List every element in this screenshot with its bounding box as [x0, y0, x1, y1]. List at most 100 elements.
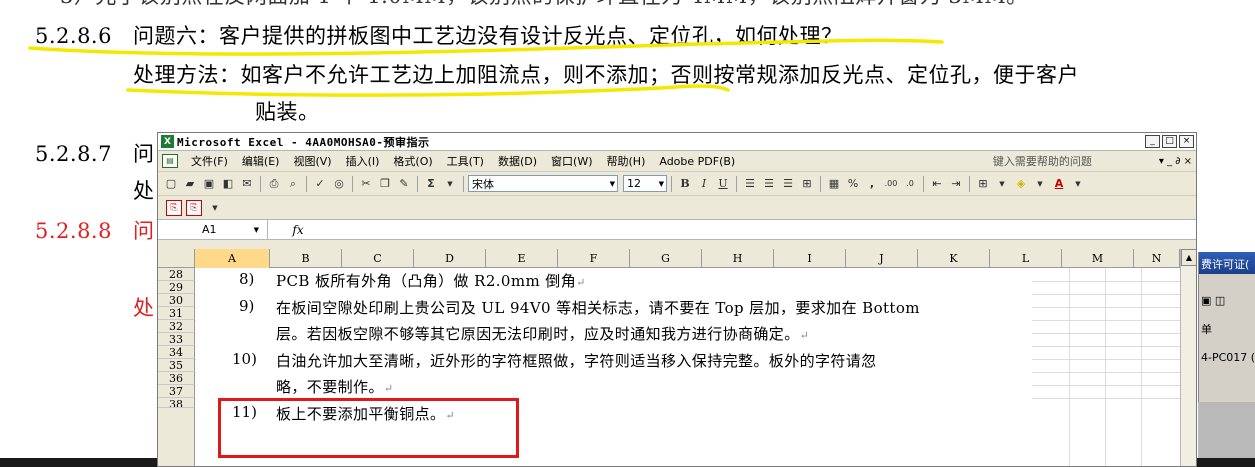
item-number: 10)	[232, 350, 257, 368]
decrease-decimal-button[interactable]: .0	[901, 175, 919, 193]
menu-help[interactable]: 帮助(H)	[600, 153, 653, 169]
background-window-icons: ▣ ◫	[1201, 294, 1226, 307]
chevron-down-icon: ▼	[253, 225, 259, 234]
increase-indent-icon[interactable]: ⇥	[947, 175, 965, 193]
convert-to-pdf-icon[interactable]: ⎘	[166, 199, 182, 216]
font-name-select[interactable]: 宋体 ▼	[468, 175, 618, 192]
column-header-m[interactable]: M	[1062, 249, 1134, 268]
column-header-h[interactable]: H	[702, 249, 774, 268]
autosum-dropdown-icon[interactable]: ▼	[441, 175, 459, 193]
question-six: 问题六：客户提供的拼板图中工艺边没有设计反光点、定位孔，如何处理？	[133, 24, 843, 48]
menu-adobe-pdf[interactable]: Adobe PDF(B)	[652, 155, 742, 168]
name-box[interactable]: A1 ▼	[158, 219, 268, 240]
row-header-32[interactable]: 32	[158, 320, 195, 333]
menu-bar: ▤ 文件(F) 编辑(E) 视图(V) 插入(I) 格式(O) 工具(T) 数据…	[158, 151, 1196, 172]
red-annotation-box	[218, 398, 519, 458]
align-center-icon[interactable]: ☰	[760, 175, 778, 193]
save-icon[interactable]: ▣	[200, 175, 218, 193]
maximize-button[interactable]: □	[1162, 135, 1177, 148]
menu-data[interactable]: 数据(D)	[491, 153, 544, 169]
new-icon[interactable]: ▢	[162, 175, 180, 193]
insert-function-button[interactable]: fx	[268, 223, 328, 237]
menu-window[interactable]: 窗口(W)	[544, 153, 599, 169]
merge-center-icon[interactable]: ⊞	[798, 175, 816, 193]
excel-title-bar[interactable]: X Microsoft Excel - 4AA0MOHSA0-预审指示 _ □ …	[158, 133, 1196, 151]
spelling-icon[interactable]: ✓	[311, 175, 329, 193]
bold-button[interactable]: B	[676, 175, 694, 193]
background-window-row1: 单	[1201, 323, 1212, 336]
menu-insert[interactable]: 插入(I)	[339, 153, 387, 169]
decrease-indent-icon[interactable]: ⇤	[928, 175, 946, 193]
row-header-28[interactable]: 28	[158, 268, 195, 281]
font-color-button[interactable]: A	[1050, 175, 1068, 193]
cut-icon[interactable]: ✂	[357, 175, 375, 193]
toolbar-separator	[417, 175, 418, 192]
menu-view[interactable]: 视图(V)	[286, 153, 338, 169]
column-header-l[interactable]: L	[990, 249, 1062, 268]
column-header-g[interactable]: G	[630, 249, 702, 268]
research-icon[interactable]: ◎	[330, 175, 348, 193]
select-all-button[interactable]	[158, 249, 195, 268]
row-header-33[interactable]: 33	[158, 333, 195, 346]
minimize-button[interactable]: _	[1145, 135, 1160, 148]
row-header-36[interactable]: 36	[158, 372, 195, 385]
menu-file[interactable]: 文件(F)	[184, 153, 235, 169]
column-header-j[interactable]: J	[846, 249, 918, 268]
fill-color-dropdown-icon[interactable]: ▼	[1031, 175, 1049, 193]
row-header-29[interactable]: 29	[158, 281, 195, 294]
background-window-title: 费许可证(	[1199, 252, 1255, 274]
menu-edit[interactable]: 编辑(E)	[235, 153, 287, 169]
row-header-35[interactable]: 35	[158, 359, 195, 372]
font-size-value: 12	[627, 177, 641, 190]
email-icon[interactable]: ✉	[238, 175, 256, 193]
font-color-dropdown-icon[interactable]: ▼	[1069, 175, 1087, 193]
menu-format[interactable]: 格式(O)	[386, 153, 439, 169]
autosum-icon[interactable]: Σ	[422, 175, 440, 193]
permission-icon[interactable]: ◧	[219, 175, 237, 193]
document-window-controls[interactable]: ▾ _ ∂ ×	[1159, 156, 1192, 167]
scroll-up-icon[interactable]: ▲	[1181, 249, 1196, 266]
formula-input[interactable]	[328, 220, 1196, 240]
workbook-icon[interactable]: ▤	[162, 154, 178, 168]
row-header-30[interactable]: 30	[158, 294, 195, 307]
column-header-b[interactable]: B	[270, 249, 342, 268]
vertical-scrollbar[interactable]: ▲	[1180, 249, 1196, 466]
row-header-38[interactable]: 38	[158, 398, 195, 408]
borders-dropdown-icon[interactable]: ▼	[993, 175, 1011, 193]
format-painter-icon[interactable]: ✎	[395, 175, 413, 193]
print-preview-icon[interactable]: ⌕	[284, 175, 302, 193]
row-header-31[interactable]: 31	[158, 307, 195, 320]
column-header-k[interactable]: K	[918, 249, 990, 268]
currency-icon[interactable]: ▦	[825, 175, 843, 193]
align-left-icon[interactable]: ☰	[741, 175, 759, 193]
section-number-5287: 5.2.8.7	[35, 142, 112, 166]
align-right-icon[interactable]: ☰	[779, 175, 797, 193]
close-button[interactable]: ×	[1179, 135, 1194, 148]
row-header-34[interactable]: 34	[158, 346, 195, 359]
column-header-a[interactable]: A	[195, 249, 270, 268]
convert-and-email-pdf-icon[interactable]: ⎘	[186, 199, 202, 216]
comma-button[interactable]: ,	[863, 175, 881, 193]
copy-icon[interactable]: ❐	[376, 175, 394, 193]
column-header-f[interactable]: F	[558, 249, 630, 268]
question-six-method: 处理方法：如客户不允许工艺边上加阻流点，则不添加；否则按常规添加反光点、定位孔，…	[133, 63, 1079, 87]
menu-tools[interactable]: 工具(T)	[440, 153, 491, 169]
fill-color-icon[interactable]: ◈	[1012, 175, 1030, 193]
underline-button[interactable]: U	[714, 175, 732, 193]
print-icon[interactable]: ⎙	[265, 175, 283, 193]
borders-icon[interactable]: ⊞	[974, 175, 992, 193]
italic-button[interactable]: I	[695, 175, 713, 193]
font-size-select[interactable]: 12 ▼	[623, 175, 667, 192]
open-icon[interactable]: ▰	[181, 175, 199, 193]
column-header-c[interactable]: C	[342, 249, 414, 268]
percent-button[interactable]: %	[844, 175, 862, 193]
row-header-37[interactable]: 37	[158, 385, 195, 398]
column-header-e[interactable]: E	[486, 249, 558, 268]
help-search-input[interactable]: 键入需要帮助的问题	[993, 153, 1153, 169]
column-header-d[interactable]: D	[414, 249, 486, 268]
increase-decimal-button[interactable]: .00	[882, 175, 900, 193]
column-header-i[interactable]: I	[774, 249, 846, 268]
column-header-n[interactable]: N	[1134, 249, 1180, 268]
toolbar-separator	[820, 175, 821, 192]
toolbar-options-icon[interactable]: ▼	[206, 199, 224, 217]
